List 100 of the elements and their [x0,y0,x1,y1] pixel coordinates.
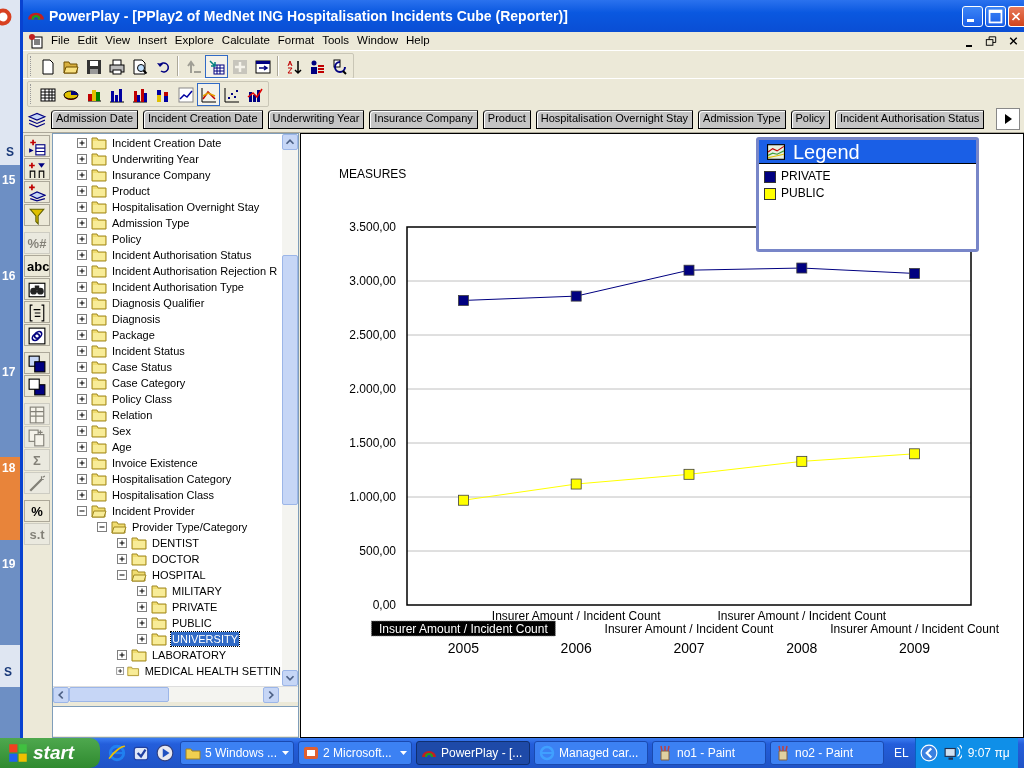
tree-item[interactable]: MEDICAL HEALTH SETTIN [143,664,282,678]
tool-button[interactable]: abc [24,255,50,277]
tree-expander[interactable] [74,247,90,263]
tree-expander[interactable] [134,599,150,615]
find-button[interactable] [24,278,50,300]
tree-expander[interactable] [74,375,90,391]
menu-item[interactable]: Help [402,34,434,48]
tree-item[interactable]: MILITARY [171,584,223,598]
dimension-button[interactable]: Policy [790,109,830,129]
bracket-button[interactable] [24,301,50,323]
tree-expander[interactable] [74,151,90,167]
tree-item[interactable]: Insurance Company [111,168,212,182]
tree-item[interactable]: Case Status [111,360,173,374]
taskbar-button[interactable]: no1 - Paint [652,741,766,765]
dimension-button[interactable]: Underwriting Year [267,109,365,129]
drill-down-button[interactable] [205,54,228,78]
tree-item[interactable]: Provider Type/Category [131,520,249,534]
tree-item[interactable]: Relation [111,408,154,422]
tree-expander[interactable] [114,535,130,551]
tree-item[interactable]: Package [111,328,156,342]
menu-item[interactable]: Insert [134,34,171,48]
dimension-button[interactable]: Incident Creation Date [143,109,263,129]
tree-expander[interactable] [74,279,90,295]
tree-item[interactable]: Case Category [111,376,187,390]
tree-expander[interactable] [74,135,90,151]
tree-item[interactable]: Admission Type [111,216,191,230]
language-indicator[interactable]: EL [888,745,915,761]
tree-expander[interactable] [74,391,90,407]
tree-expander[interactable] [114,647,130,663]
scroll-down-button[interactable] [282,670,298,686]
tree-expander[interactable] [74,487,90,503]
tree-item[interactable]: Incident Creation Date [111,136,223,150]
tab-label[interactable]: S [0,135,20,165]
nest-columns-button[interactable] [24,158,50,180]
tree-item[interactable]: Sex [111,424,132,438]
nest-layers-button[interactable] [24,181,50,203]
link-button[interactable] [24,324,50,346]
tree-expander[interactable] [74,407,90,423]
tree-expander[interactable] [74,455,90,471]
tree-item[interactable]: LABORATORY [151,648,227,662]
menu-item[interactable]: Edit [73,34,102,48]
scroll-thumb[interactable] [69,687,169,702]
tree-item[interactable]: Hospitalisation Class [111,488,216,502]
tree-item[interactable]: Incident Authorisation Rejection R [111,264,279,278]
tree-item[interactable]: Incident Authorisation Type [111,280,245,294]
tree-item[interactable]: HOSPITAL [151,568,207,582]
multiline-chart-button[interactable] [197,82,220,106]
scroll-right-button[interactable] [996,108,1020,130]
axis-label[interactable]: Insurer Amount / Incident Count [717,609,887,623]
taskbar-button[interactable]: no2 - Paint [770,741,884,765]
tab-label[interactable]: S [0,645,20,687]
browser-icon[interactable] [108,744,126,762]
network-icon[interactable] [943,744,962,762]
tree-expander[interactable] [74,343,90,359]
tree-item[interactable]: Policy [111,232,143,246]
tree-item[interactable]: Hospitalisation Overnight Stay [111,200,261,214]
tree-expander[interactable] [134,583,150,599]
dimension-button[interactable]: Product [482,109,531,129]
tree-expander[interactable] [74,471,90,487]
scrollbar[interactable] [282,134,298,686]
taskbar-button[interactable]: PowerPlay - [... [416,741,530,765]
dimension-button[interactable]: Admission Date [51,109,139,129]
scrollbar[interactable] [53,686,298,702]
tree-expander[interactable] [74,359,90,375]
axis-label[interactable]: Insurer Amount / Incident Count [491,609,661,623]
menu-item[interactable]: Format [273,34,319,48]
tree-expander[interactable] [74,439,90,455]
tree-item[interactable]: Diagnosis Qualifier [111,296,206,310]
tree-item[interactable]: Incident Status [111,344,186,358]
axis-label[interactable]: Insurer Amount / Incident Count [830,622,999,636]
axis-label[interactable]: Insurer Amount / Incident Count [370,620,556,637]
filter-button[interactable] [24,204,50,226]
tree-expander[interactable] [74,503,90,519]
tree-item[interactable]: Hospitalisation Category [111,472,233,486]
chevron-icon[interactable] [919,744,938,762]
tree-item[interactable]: UNIVERSITY [171,632,239,646]
dimension-button[interactable]: Hospitalisation Overnight Stay [535,109,694,129]
tree-expander[interactable] [74,263,90,279]
tree-item[interactable]: Diagnosis [111,312,162,326]
axis-label[interactable]: Insurer Amount / Incident Count [604,622,774,636]
tree-item[interactable]: Incident Provider [111,504,196,518]
nest-rows-button[interactable] [24,135,50,157]
tree-expander[interactable] [74,295,90,311]
tree-expander[interactable] [74,311,90,327]
dimension-button[interactable]: Incident Authorisation Status [834,109,985,129]
dimension-button[interactable]: Insurance Company [369,109,478,129]
tree-expander[interactable] [74,183,90,199]
tree-item[interactable]: Product [111,184,151,198]
bring-forward-button[interactable] [24,352,50,374]
dimension-button[interactable]: Admission Type [698,109,786,129]
tree-expander[interactable] [74,327,90,343]
menu-item[interactable]: Tools [318,34,354,48]
tool-button[interactable]: % [24,500,50,522]
menu-item[interactable]: Window [353,34,402,48]
tree-expander[interactable] [74,215,90,231]
tree-item[interactable]: DOCTOR [151,552,201,566]
menu-item[interactable]: View [101,34,135,48]
menu-item[interactable]: Explore [170,34,218,48]
tree-expander[interactable] [114,551,130,567]
scroll-thumb[interactable] [282,255,298,505]
